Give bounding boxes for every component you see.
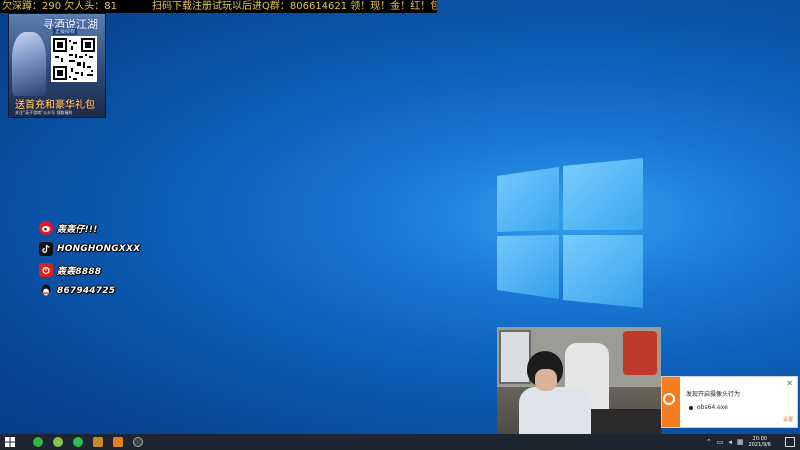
netease-music-icon [39,263,53,277]
ad-fine-print: 关注“英子游戏”公众号 领取福利 [15,110,73,115]
app-orange-icon [113,437,123,447]
qr-code-graphic [53,38,95,80]
notification-settings-link[interactable]: 设置 [783,416,793,423]
ad-bottom-text: 送首充和豪华礼包 [15,100,95,111]
windows-start-icon [5,437,15,447]
ticker-right-text: 扫码下载注册试玩以后进Q群：806614621 领！现！金！红！包！ [152,1,437,12]
windows-wallpaper-logo [497,158,643,308]
webcam-window [499,330,531,384]
taskbar-app-wechat[interactable] [68,434,88,450]
webcam-person-body [519,387,591,436]
process-bullet-icon [689,406,693,410]
ad-character-illustration [12,32,46,96]
taskbar: ⌃ ▭ ◂ ▦ 20:00 2021/9/6 [0,434,800,450]
start-button[interactable] [0,434,20,450]
social-tiktok: HONGHONGXXX [39,242,140,256]
social-handles: 轰轰仔!!! HONGHONGXXX 轰轰8888 867944725 [39,221,140,305]
ime-icon[interactable]: ▦ [737,438,744,446]
tiktok-icon [39,242,53,256]
app-green-icon [33,437,43,447]
camera-alert-notification[interactable]: ✕ 发现开启摄像头行为 obs64.exe 设置 [661,376,798,428]
ad-subtitle: 正版授权 [53,28,78,35]
obs-icon [133,437,143,447]
action-center-icon[interactable] [785,437,795,447]
social-weibo: 轰轰仔!!! [39,221,140,235]
notification-process: obs64.exe [697,404,728,411]
taskbar-clock[interactable]: 20:00 2021/9/6 [749,436,771,448]
folder-icon [93,437,103,447]
qq-icon [39,284,53,298]
taskbar-app-1[interactable] [28,434,48,450]
webcam-person-face [535,369,557,391]
webcam-feed [497,327,661,436]
wechat-icon [73,437,83,447]
notification-accent-bar [662,377,680,427]
weibo-icon [39,221,53,235]
chevron-up-icon[interactable]: ⌃ [706,438,712,446]
taskbar-app-5[interactable] [108,434,128,450]
social-netease-music: 轰轰8888 [39,263,140,277]
taskbar-app-folder[interactable] [88,434,108,450]
magnifier-icon [663,393,675,405]
tiktok-handle: HONGHONGXXX [57,244,141,254]
notification-title: 发现开启摄像头行为 [686,391,741,398]
stream-ticker: 欠深蹲：290 欠人头：81 扫码下载注册试玩以后进Q群：806614621 领… [0,0,437,13]
system-tray: ⌃ ▭ ◂ ▦ 20:00 2021/9/6 [706,434,800,450]
qq-handle: 867944725 [57,286,116,296]
qr-code [51,36,97,82]
ticker-left-text: 欠深蹲：290 欠人头：81 [2,1,117,12]
close-icon[interactable]: ✕ [786,379,793,388]
webcam-jersey [623,331,657,375]
network-icon[interactable]: ▭ [717,438,724,446]
app-lime-icon [53,437,63,447]
game-ad-banner: 寻酒说江湖 正版授权 送首充和豪华礼包 关注“英子游戏”公众号 领取福利 [8,13,106,118]
taskbar-app-2[interactable] [48,434,68,450]
social-qq: 867944725 [39,284,140,298]
taskbar-app-obs[interactable] [128,434,148,450]
clock-date: 2021/9/6 [748,442,771,448]
webcam-desk [591,409,661,436]
weibo-handle: 轰轰仔!!! [57,224,98,235]
netease-handle: 轰轰8888 [57,266,102,277]
speaker-icon[interactable]: ◂ [728,438,732,446]
